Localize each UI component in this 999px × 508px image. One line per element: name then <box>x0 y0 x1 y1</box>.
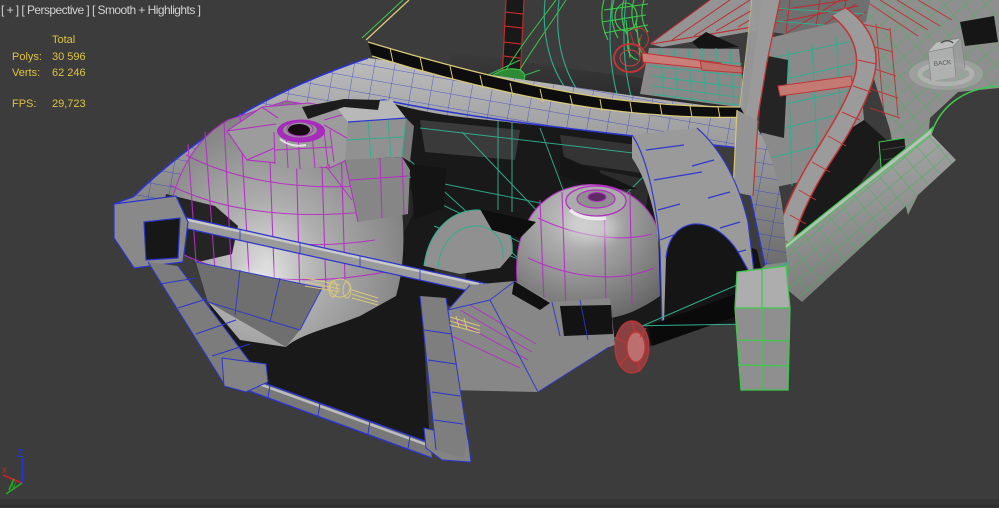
svg-text:x: x <box>2 465 7 476</box>
svg-text:Z: Z <box>17 448 24 460</box>
svg-text:y: y <box>11 480 16 491</box>
